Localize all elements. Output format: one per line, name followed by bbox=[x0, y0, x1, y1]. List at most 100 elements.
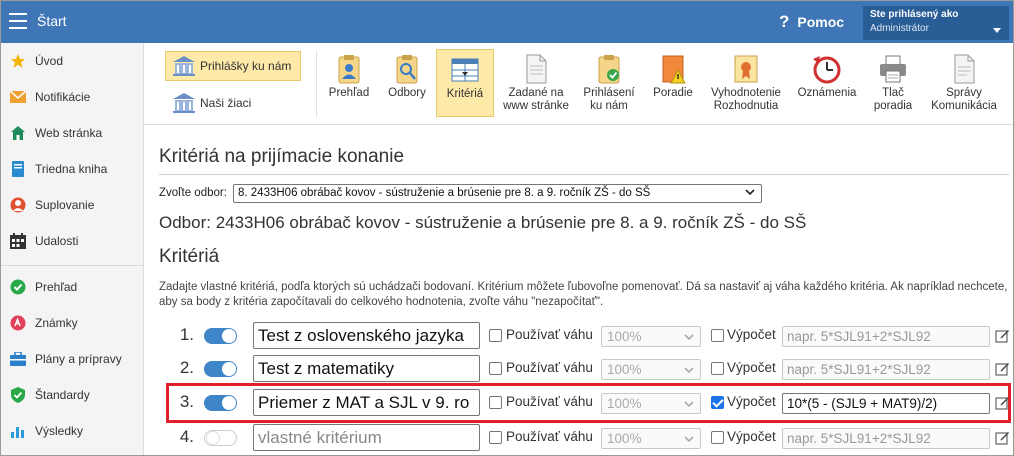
chevron-down-icon bbox=[683, 432, 695, 447]
main-content: Kritériá na prijímacie konanie Zvoľte od… bbox=[144, 125, 1013, 455]
toolbar-poradie-button[interactable]: Poradie bbox=[648, 49, 698, 117]
chevron-down-icon bbox=[744, 187, 756, 200]
use-weight-checkbox[interactable] bbox=[489, 431, 502, 444]
chevron-down-icon bbox=[993, 28, 1001, 33]
toolbar-spravy-button[interactable]: Správy Komunikácia bbox=[926, 49, 1002, 117]
toolbar-label: Oznámenia bbox=[797, 87, 857, 99]
edit-icon[interactable] bbox=[995, 361, 1010, 376]
toolbar-oznamenia-button[interactable]: Oznámenia bbox=[792, 49, 862, 117]
calc-input[interactable]: 10*(5 - (SJL9 + MAT9)/2) bbox=[782, 393, 990, 414]
use-weight-label: Používať váhu bbox=[506, 327, 593, 342]
use-weight-checkbox[interactable] bbox=[489, 329, 502, 342]
sidebar-item-label: Úvod bbox=[35, 54, 64, 68]
criterion-toggle[interactable] bbox=[204, 328, 237, 344]
toolbar-label: Prehľad bbox=[328, 87, 370, 99]
calc-input[interactable]: napr. 5*SJL91+2*SJL92 bbox=[782, 326, 990, 347]
use-weight-checkbox[interactable] bbox=[489, 362, 502, 375]
toolbar-tlac-button[interactable]: Tlač poradia bbox=[868, 49, 918, 117]
obor-heading: Odbor: 2433H06 obrábač kovov - sústružen… bbox=[159, 213, 807, 232]
house-icon bbox=[9, 124, 27, 142]
page-title: Kritériá na prijímacie konanie bbox=[159, 146, 405, 167]
criterion-toggle[interactable] bbox=[204, 361, 237, 377]
sidebar-item-plany[interactable]: Plány a prípravy bbox=[1, 344, 144, 374]
sidebar-item-suplovanie[interactable]: Suplovanie bbox=[1, 190, 144, 220]
chevron-down-icon bbox=[683, 397, 695, 412]
criterion-row: 2. Test z matematiky Používať váhu 100% … bbox=[144, 351, 1013, 385]
weight-select[interactable]: 100% bbox=[601, 393, 701, 414]
use-calc-checkbox[interactable] bbox=[711, 329, 724, 342]
edit-icon[interactable] bbox=[995, 430, 1010, 445]
sidebar-item-label: Udalosti bbox=[35, 234, 79, 248]
envelope-icon bbox=[9, 88, 27, 106]
toolbar-odbory-button[interactable]: Odbory bbox=[382, 49, 432, 117]
criterion-toggle[interactable] bbox=[204, 430, 237, 446]
calc-label: Výpočet bbox=[727, 429, 776, 444]
help-button[interactable]: ? Pomoc bbox=[779, 12, 844, 32]
user-status: Ste prihlásený ako bbox=[870, 9, 959, 20]
calc-input[interactable]: napr. 5*SJL91+2*SJL92 bbox=[782, 359, 990, 380]
toolbar-prehlad-button[interactable]: Prehľad bbox=[324, 49, 374, 117]
criterion-number: 4. bbox=[179, 427, 194, 446]
toolbar-label: Zadané na www stránke bbox=[503, 87, 569, 112]
toolbar-zadane-button[interactable]: Zadané na www stránke bbox=[500, 49, 572, 117]
criterion-number: 2. bbox=[179, 358, 194, 377]
toolbar-label: Poradie bbox=[653, 87, 693, 99]
user-name: Administrátor bbox=[870, 23, 929, 34]
calc-label: Výpočet bbox=[727, 394, 776, 409]
sidebar-item-notifikacie[interactable]: Notifikácie bbox=[1, 82, 144, 112]
sidebar-item-uvod[interactable]: Úvod bbox=[1, 46, 144, 76]
criteria-heading: Kritériá bbox=[159, 246, 220, 267]
edit-icon[interactable] bbox=[995, 328, 1010, 343]
sidebar-item-triedna-kniha[interactable]: Triedna kniha bbox=[1, 154, 144, 184]
weight-select[interactable]: 100% bbox=[601, 428, 701, 449]
grade-circle-icon bbox=[9, 314, 27, 332]
use-calc-checkbox[interactable] bbox=[711, 396, 724, 409]
criterion-name-input[interactable]: vlastné kritérium bbox=[253, 424, 480, 451]
toolbar-prihlaseni-button[interactable]: Prihlásení ku nám bbox=[576, 49, 642, 117]
toolbar-divider bbox=[316, 51, 317, 117]
criterion-toggle[interactable] bbox=[204, 395, 237, 411]
app-title[interactable]: Štart bbox=[37, 13, 67, 29]
ranking-warning-icon bbox=[662, 55, 686, 84]
hamburger-menu-icon[interactable] bbox=[9, 13, 27, 29]
sidebar-item-standardy[interactable]: Štandardy bbox=[1, 380, 144, 410]
weight-select[interactable]: 100% bbox=[601, 359, 701, 380]
criterion-number: 1. bbox=[179, 325, 194, 344]
sidebar-item-label: Suplovanie bbox=[35, 198, 95, 212]
weight-value: 100% bbox=[607, 362, 642, 377]
use-weight-checkbox[interactable] bbox=[489, 396, 502, 409]
calc-label: Výpočet bbox=[727, 327, 776, 342]
weight-select[interactable]: 100% bbox=[601, 326, 701, 347]
user-menu[interactable]: Ste prihlásený ako Administrátor bbox=[863, 6, 1009, 40]
toolbar-kriteria-button[interactable]: Kritériá bbox=[436, 49, 494, 117]
building-icon bbox=[173, 93, 195, 113]
sidebar-item-label: Známky bbox=[35, 316, 78, 330]
sidebar-item-prehlad[interactable]: Prehľad bbox=[1, 272, 144, 302]
sidebar-item-web-stranka[interactable]: Web stránka bbox=[1, 118, 144, 148]
bar-chart-icon bbox=[9, 422, 27, 440]
criterion-number: 3. bbox=[179, 392, 194, 411]
calc-input[interactable]: napr. 5*SJL91+2*SJL92 bbox=[782, 428, 990, 449]
criterion-name-input[interactable]: Test z oslovenského jazyka bbox=[253, 322, 480, 349]
criterion-name-input[interactable]: Test z matematiky bbox=[253, 355, 480, 382]
briefcase-icon bbox=[9, 350, 27, 368]
sidebar-divider bbox=[1, 265, 144, 266]
calendar-icon bbox=[9, 232, 27, 250]
obor-select[interactable]: 8. 2433H06 obrábač kovov - sústruženie a… bbox=[233, 184, 762, 203]
sidebar-item-znamky[interactable]: Známky bbox=[1, 308, 144, 338]
top-bar: Štart ? Pomoc Ste prihlásený ako Adminis… bbox=[1, 1, 1013, 43]
sidebar-item-udalosti[interactable]: Udalosti bbox=[1, 226, 144, 256]
toolbar-vyhodnotenie-button[interactable]: Vyhodnotenie Rozhodnutia bbox=[704, 49, 788, 117]
applications-button[interactable]: Prihlášky ku nám bbox=[165, 51, 301, 81]
toolbar-label: Tlač poradia bbox=[873, 87, 913, 112]
criterion-name-input[interactable]: Priemer z MAT a SJL v 9. ro bbox=[253, 389, 480, 416]
help-label: Pomoc bbox=[797, 14, 845, 30]
our-students-button[interactable]: Naši žiaci bbox=[166, 89, 257, 117]
person-icon bbox=[9, 196, 27, 214]
edit-icon[interactable] bbox=[995, 395, 1010, 410]
use-calc-checkbox[interactable] bbox=[711, 431, 724, 444]
app-window: Štart ? Pomoc Ste prihlásený ako Adminis… bbox=[0, 0, 1014, 456]
sidebar-item-vysledky[interactable]: Výsledky bbox=[1, 416, 144, 446]
star-icon bbox=[9, 52, 27, 70]
use-calc-checkbox[interactable] bbox=[711, 362, 724, 375]
